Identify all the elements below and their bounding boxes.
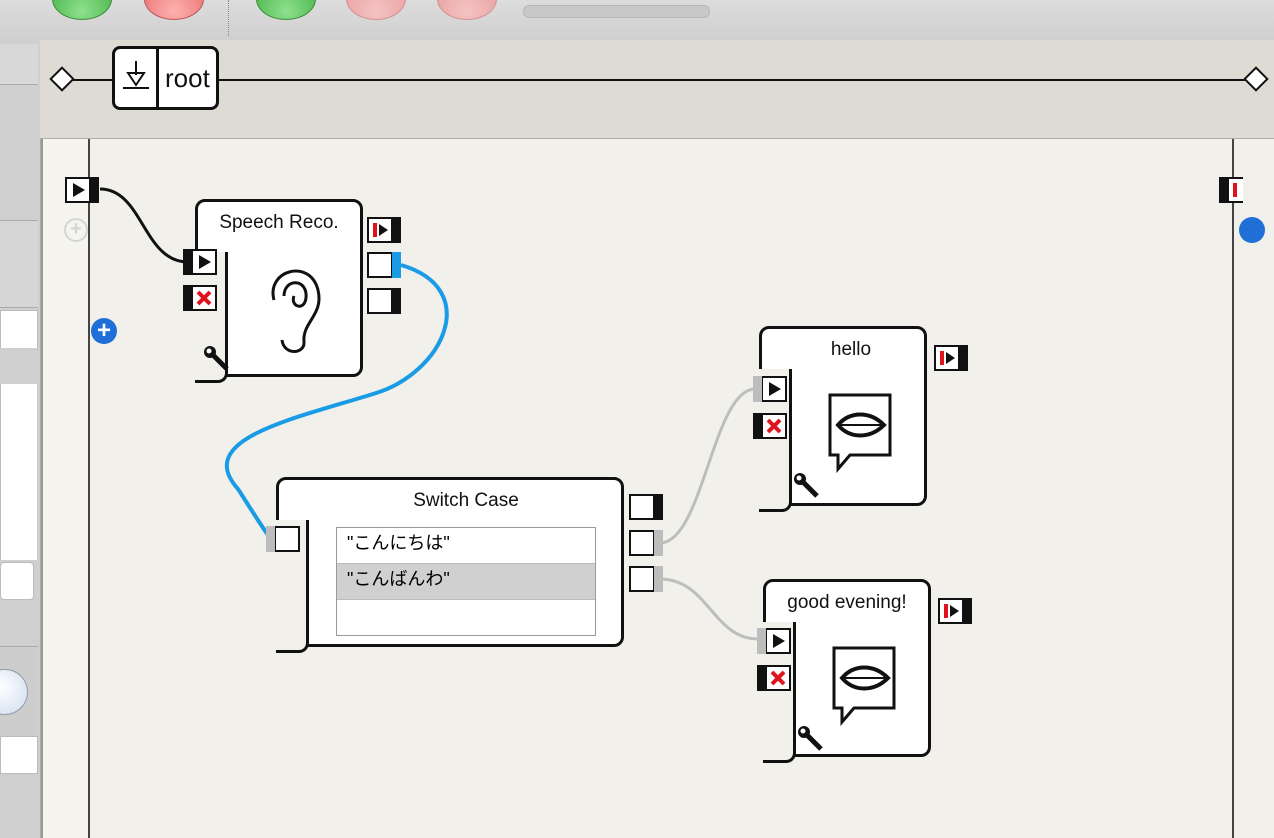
port-bar xyxy=(183,285,192,311)
wire-switch-to-hello xyxy=(659,387,756,545)
diagram-canvas[interactable]: + + Speech Reco. Switch Case "こんにちは" "こん… xyxy=(41,139,1274,838)
play-icon xyxy=(199,255,211,269)
port-bar xyxy=(90,177,99,203)
port-bar xyxy=(753,376,762,402)
connect-green-button[interactable] xyxy=(52,0,112,20)
close-red-icon xyxy=(770,670,786,686)
port-bar xyxy=(1219,177,1228,203)
toolbar xyxy=(0,0,1274,41)
port-bar xyxy=(959,345,968,371)
box-title: good evening! xyxy=(787,592,907,613)
port-bar xyxy=(963,598,972,624)
port-bar xyxy=(183,249,192,275)
add-box-plus-icon[interactable]: + xyxy=(91,318,117,344)
add-input-disabled-icon: + xyxy=(64,218,88,242)
speech-bubble-icon xyxy=(828,393,892,473)
play-button[interactable] xyxy=(256,0,316,20)
box-title: Speech Reco. xyxy=(219,212,339,233)
breadcrumb-root-label: root xyxy=(165,63,210,93)
wrench-icon[interactable] xyxy=(796,724,826,754)
box-speech-reco[interactable]: Speech Reco. xyxy=(195,199,363,383)
left-panel-list[interactable] xyxy=(0,384,37,560)
switch-case-item-empty[interactable] xyxy=(337,600,595,636)
play-icon xyxy=(73,183,85,197)
breadcrumb-end-diamond[interactable] xyxy=(1243,66,1269,92)
port-bar xyxy=(266,526,275,552)
left-panel-input[interactable] xyxy=(0,562,34,600)
play-icon xyxy=(950,605,959,617)
port-bar xyxy=(757,665,766,691)
switch-output-port-1[interactable] xyxy=(629,494,663,520)
breadcrumb-line xyxy=(54,79,1260,81)
port-bar xyxy=(654,530,663,556)
stop-red-icon xyxy=(1233,183,1237,197)
close-red-icon xyxy=(196,290,212,306)
goodevening-onstop-port[interactable] xyxy=(757,665,791,691)
wire-onstart-to-speech xyxy=(99,187,189,264)
canvas-onstart-port[interactable] xyxy=(65,177,99,203)
hello-onstop-port[interactable] xyxy=(753,413,787,439)
switch-output-port-2[interactable] xyxy=(629,530,663,556)
left-panel-section xyxy=(0,220,38,308)
debug-button[interactable] xyxy=(437,0,497,20)
breadcrumb-root[interactable]: root xyxy=(112,46,219,110)
port-bar xyxy=(392,288,401,314)
speech-bubble-icon xyxy=(832,646,896,726)
port-bar-active xyxy=(392,252,401,278)
switch-output-port-3[interactable] xyxy=(629,566,663,592)
play-icon xyxy=(769,382,781,396)
port-bar xyxy=(654,566,663,592)
switch-input-port[interactable] xyxy=(266,526,300,552)
left-panel-header xyxy=(0,44,38,85)
left-panel-field[interactable] xyxy=(0,310,38,350)
breadcrumb-start-diamond[interactable] xyxy=(49,66,75,92)
speech-lastwordrecognized-port[interactable] xyxy=(367,288,401,314)
goodevening-onstart-port[interactable] xyxy=(757,628,791,654)
add-output-plus-icon[interactable] xyxy=(1239,217,1265,243)
stop-button[interactable] xyxy=(346,0,406,20)
disconnect-red-button[interactable] xyxy=(144,0,204,20)
speech-onstop-port[interactable] xyxy=(183,285,217,311)
left-panel-tool-section xyxy=(0,646,38,737)
breadcrumb-bar: root xyxy=(40,40,1274,139)
wrench-icon[interactable] xyxy=(792,471,822,501)
play-icon xyxy=(773,634,785,648)
hello-onstopped-port[interactable] xyxy=(934,345,968,371)
switch-case-item[interactable]: "こんにちは" xyxy=(337,528,595,564)
speech-onstart-port[interactable] xyxy=(183,249,217,275)
box-title: Switch Case xyxy=(413,490,519,511)
switch-case-list[interactable]: "こんにちは" "こんばんわ" xyxy=(336,527,596,636)
speech-wordrecognized-port[interactable] xyxy=(367,252,401,278)
left-panel-round-icon[interactable] xyxy=(0,669,28,715)
left-panel xyxy=(0,40,41,838)
port-bar xyxy=(753,413,762,439)
canvas-onstopped-port[interactable] xyxy=(1219,177,1243,203)
wire-switch-to-goodevening xyxy=(659,577,759,641)
box-switch-case[interactable]: Switch Case "こんにちは" "こんばんわ" xyxy=(276,477,624,653)
port-bar xyxy=(757,628,766,654)
play-icon xyxy=(946,352,955,364)
toolbar-scrollbar[interactable] xyxy=(523,5,710,18)
box-title: hello xyxy=(830,339,872,360)
close-red-icon xyxy=(766,418,782,434)
left-panel-selected-row[interactable] xyxy=(0,348,36,384)
hello-onstart-port[interactable] xyxy=(753,376,787,402)
switch-case-item-selected[interactable]: "こんばんわ" xyxy=(337,564,595,600)
port-bar xyxy=(654,494,663,520)
wrench-icon[interactable] xyxy=(202,344,232,374)
goodevening-onstopped-port[interactable] xyxy=(938,598,972,624)
play-icon xyxy=(379,224,388,236)
left-panel-bottom-field[interactable] xyxy=(0,736,38,774)
speech-onstopped-port[interactable] xyxy=(367,217,401,243)
breadcrumb-divider xyxy=(156,49,159,107)
toolbar-separator xyxy=(228,0,229,36)
ear-icon xyxy=(271,269,321,353)
port-bar xyxy=(392,217,401,243)
enter-arrow-icon xyxy=(123,61,149,89)
